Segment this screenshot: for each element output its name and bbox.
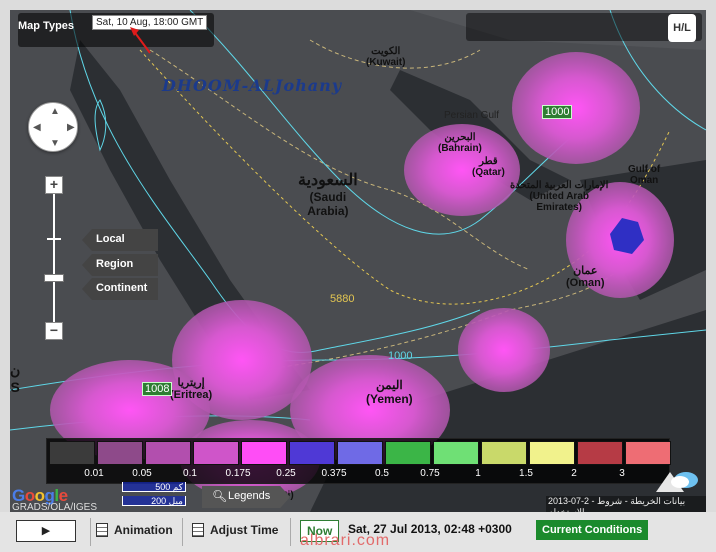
zoom-slider-thumb[interactable] xyxy=(44,274,64,282)
pan-up-icon[interactable]: ▲ xyxy=(50,106,60,117)
zoom-tick xyxy=(47,238,61,240)
calendar-icon xyxy=(192,523,204,537)
isoline-label: 1000 xyxy=(542,105,573,119)
place-qatar: قطر (Qatar) xyxy=(472,156,505,178)
legend-swatch xyxy=(337,441,383,465)
legend-value: 0.5 xyxy=(375,468,389,479)
data-credits: GRADS/OLA/IGES xyxy=(12,502,98,512)
top-right-panel xyxy=(466,13,702,41)
legend-swatch xyxy=(577,441,623,465)
legend-swatch xyxy=(97,441,143,465)
map-copyright[interactable]: 2013-07-2 - بيانات الخريطة - شروط الاستخ… xyxy=(546,496,706,512)
weather-map[interactable]: Map Types Sat, 10 Aug, 18:00 GMT H/L DHO… xyxy=(10,10,706,512)
legend-value: 2 xyxy=(571,468,577,479)
adjust-time-label: Adjust Time xyxy=(210,523,279,537)
legend-swatch xyxy=(49,441,95,465)
place-saudi-arabia: السعودية (Saudi Arabia) xyxy=(298,172,358,218)
current-conditions-button[interactable]: Current Conditions xyxy=(536,520,649,540)
pan-down-icon[interactable]: ▼ xyxy=(50,138,60,149)
site-watermark: albrari.com xyxy=(300,532,391,549)
zoom-slider-track[interactable] xyxy=(53,186,55,334)
place-persian-gulf: Persian Gulf xyxy=(444,110,500,121)
legend-swatch xyxy=(529,441,575,465)
animation-label: Animation xyxy=(114,523,173,537)
level-continent-button[interactable]: Continent xyxy=(82,278,158,300)
pan-left-icon[interactable]: ◀ xyxy=(33,122,41,133)
isoline-label: 1008 xyxy=(142,382,173,396)
place-sudan-partial: نS xyxy=(10,362,21,395)
place-uae: الإمارات العربية المتحدة (United Arab Emir… xyxy=(510,180,609,213)
legend-value: 1.5 xyxy=(519,468,533,479)
place-kuwait: الكويت (Kuwait) xyxy=(366,46,406,68)
map-types-label[interactable]: Map Types xyxy=(18,20,74,32)
zoom-out-button[interactable]: − xyxy=(45,322,63,340)
animation-button[interactable]: Animation xyxy=(96,520,173,542)
author-watermark: DHOOM-ALJohany xyxy=(162,76,343,95)
level-local-button[interactable]: Local xyxy=(82,229,158,251)
legend-value: 0.1 xyxy=(183,468,197,479)
pan-control[interactable]: ▲ ▼ ◀ ▶ xyxy=(28,102,78,152)
place-bahrain: البحرين (Bahrain) xyxy=(438,132,482,154)
red-arrow-icon xyxy=(130,27,151,54)
place-eritrea: إريتريا (Eritrea) xyxy=(170,377,213,401)
legend-value: 3 xyxy=(619,468,625,479)
legends-button[interactable]: 🔍︎ Legends xyxy=(202,486,290,508)
play-button[interactable]: ▶ xyxy=(16,520,76,542)
legend-value: 1 xyxy=(475,468,481,479)
level-region-button[interactable]: Region xyxy=(82,254,158,276)
legends-button-label: Legends xyxy=(228,490,271,502)
magnifier-icon: 🔍︎ xyxy=(212,489,228,503)
legend-value: 0.375 xyxy=(321,468,347,479)
adjust-time-button[interactable]: Adjust Time xyxy=(192,520,278,542)
isoline-label: 1000 xyxy=(388,350,413,362)
legend-swatch xyxy=(385,441,431,465)
page-frame: Map Types Sat, 10 Aug, 18:00 GMT H/L DHO… xyxy=(0,0,716,552)
legend-swatch xyxy=(145,441,191,465)
brand-logo-icon[interactable]: H/L xyxy=(668,14,696,42)
isoline-label: 5880 xyxy=(330,293,355,305)
weather-cloud-icon xyxy=(656,472,698,492)
scale-km: 500 كم xyxy=(122,482,186,492)
legend-swatch xyxy=(625,441,671,465)
precipitation-legend: 0.01 0.05 0.1 0.175 0.25 0.375 0.5 0.75 … xyxy=(46,438,671,484)
legend-swatch xyxy=(433,441,479,465)
place-gulf-of-oman: Gulf of Oman xyxy=(628,164,661,186)
legend-value: 0.25 xyxy=(276,468,296,479)
toolbar-separator xyxy=(290,518,291,546)
legend-swatch xyxy=(193,441,239,465)
place-yemen: اليمن (Yemen) xyxy=(366,378,413,406)
scale-miles: 200 ميل xyxy=(122,496,186,506)
toolbar-separator xyxy=(182,518,183,546)
legend-value: 0.175 xyxy=(225,468,251,479)
legend-value: 0.05 xyxy=(132,468,152,479)
calendar-icon xyxy=(96,523,108,537)
legend-swatch xyxy=(241,441,287,465)
legend-swatch xyxy=(481,441,527,465)
pan-right-icon[interactable]: ▶ xyxy=(67,122,75,133)
place-oman: عمان (Oman) xyxy=(566,265,605,289)
zoom-in-button[interactable]: + xyxy=(45,176,63,194)
legend-value: 0.75 xyxy=(420,468,440,479)
legend-swatch xyxy=(289,441,335,465)
legend-value: 0.01 xyxy=(84,468,104,479)
toolbar-separator xyxy=(90,518,91,546)
